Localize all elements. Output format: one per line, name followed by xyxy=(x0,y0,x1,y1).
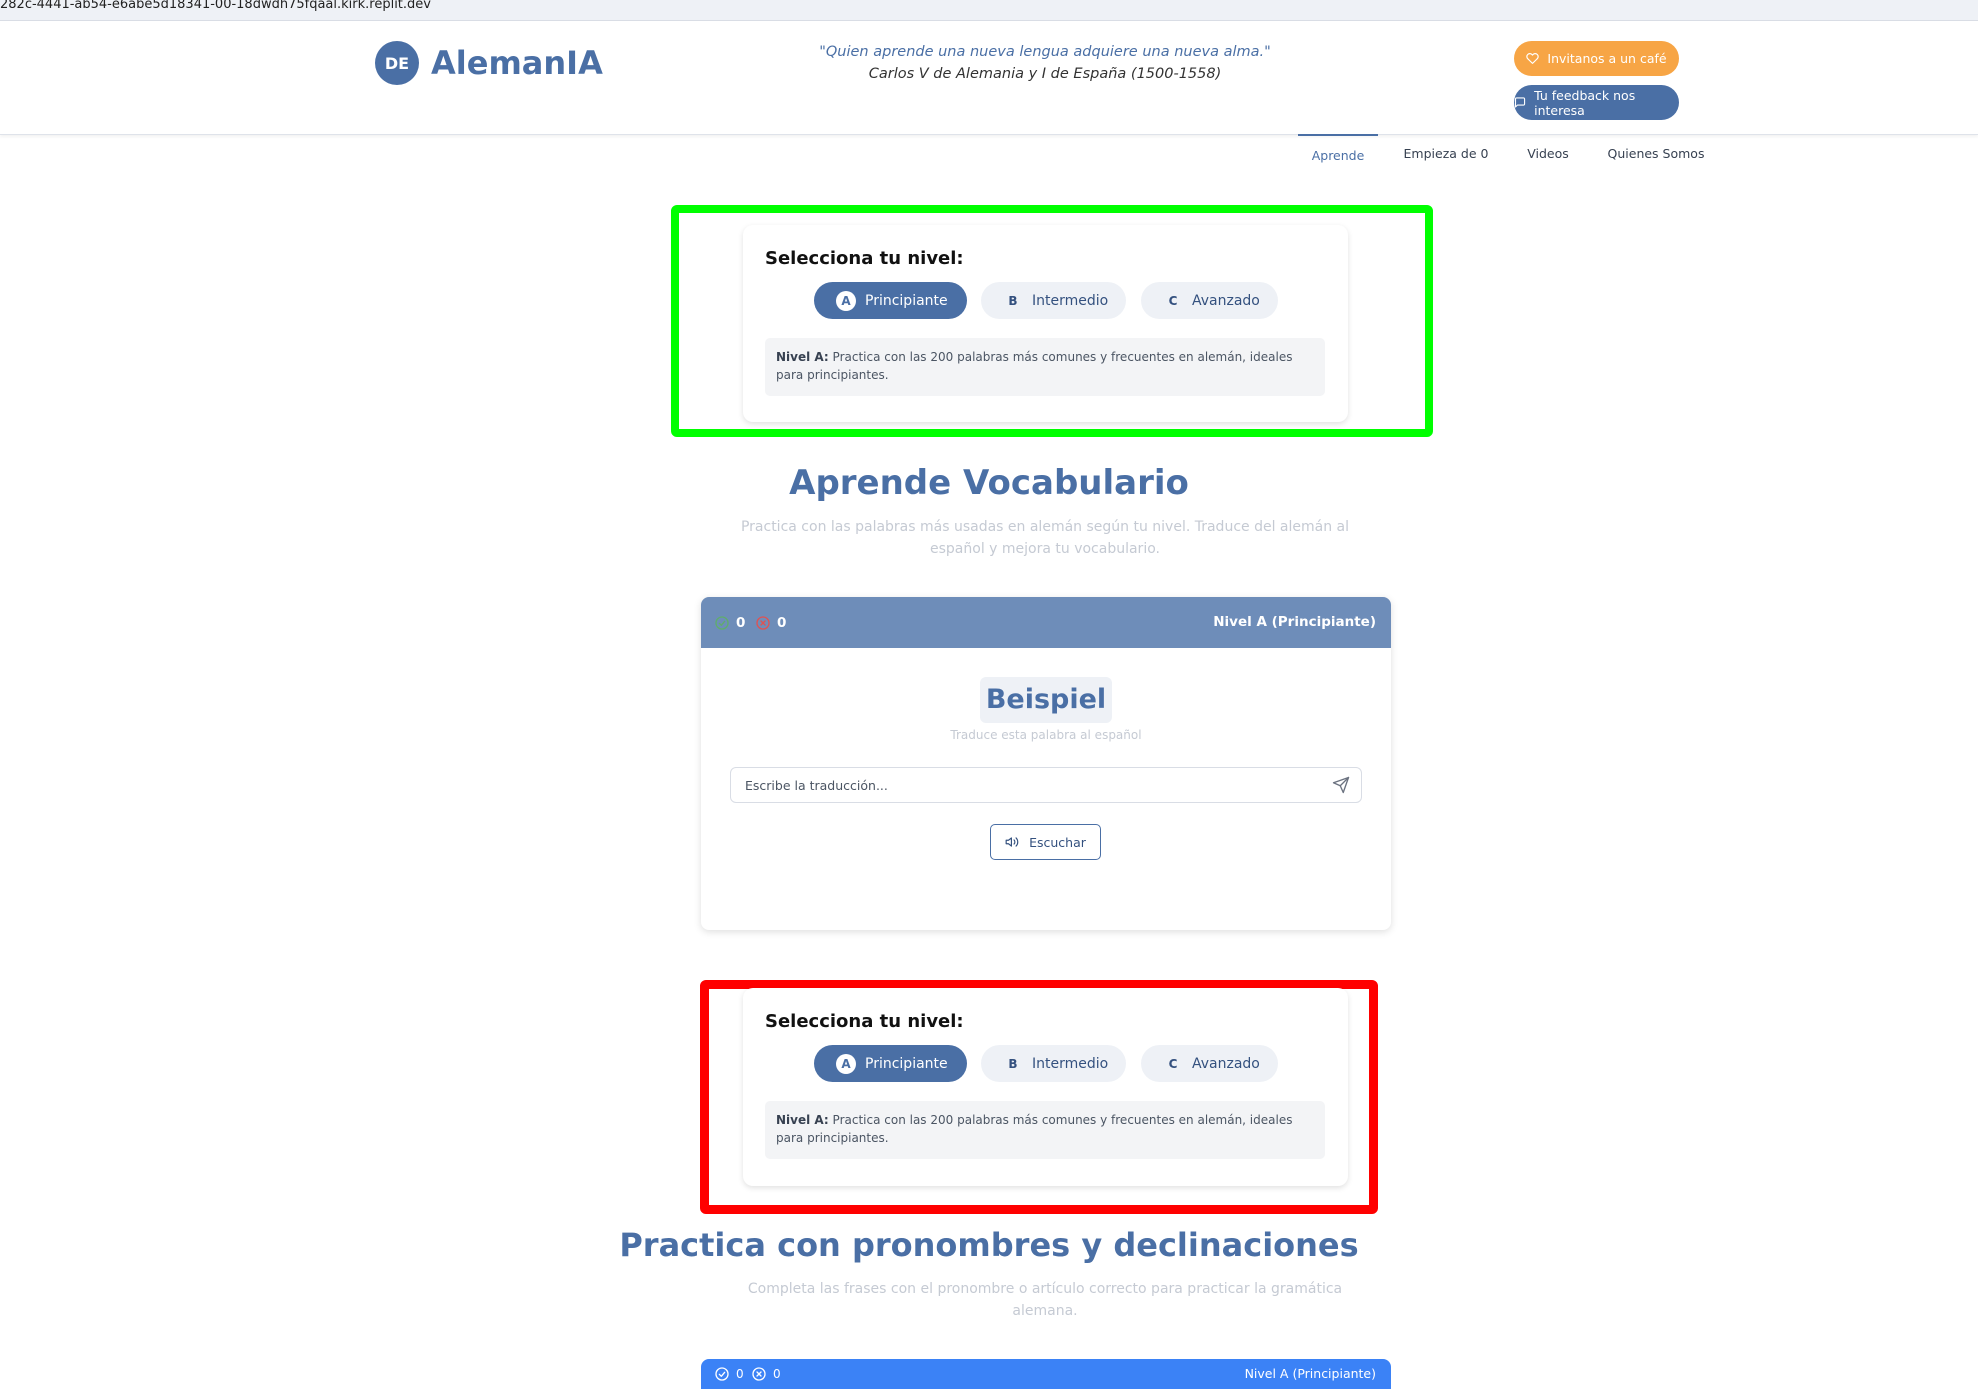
level-label-intermedio: Intermedio xyxy=(1032,292,1109,309)
level-selector-title: Selecciona tu nivel: xyxy=(765,1011,964,1032)
quiz-header: 0 0 Nivel A (Principiante) xyxy=(701,597,1391,648)
check-circle-icon xyxy=(715,615,729,630)
level-description-prefix: Nivel A: xyxy=(776,350,829,364)
url-text: 282c-4441-ab54-e6abe5d18341-00-18dwdh75f… xyxy=(0,0,431,12)
feedback-label: Tu feedback nos interesa xyxy=(1534,87,1636,118)
x-circle-icon xyxy=(756,615,770,630)
level-description: Nivel A: Practica con las 200 palabras m… xyxy=(765,338,1325,396)
quote-text: "Quien aprende una nueva lengua adquiere… xyxy=(819,44,1271,60)
level-option-principiante[interactable]: A Principiante xyxy=(814,1045,967,1082)
correct-count: 0 xyxy=(736,1367,744,1381)
main-nav: Aprende Empieza de 0 Videos Quienes Somo… xyxy=(0,134,1978,174)
score-wrong: 0 xyxy=(755,597,786,648)
pronouns-subtitle: Completa las frases con el pronombre o a… xyxy=(747,1281,1343,1319)
level-label-principiante: Principiante xyxy=(865,292,948,309)
level-letter-a: A xyxy=(836,290,856,311)
level-label-avanzado: Avanzado xyxy=(1192,1055,1260,1072)
browser-url-bar[interactable]: 282c-4441-ab54-e6abe5d18341-00-18dwdh75f… xyxy=(0,0,1978,21)
quote-author: Carlos V de Alemania y I de España (1500… xyxy=(868,66,1222,82)
level-option-intermedio[interactable]: B Intermedio xyxy=(981,1045,1126,1082)
level-selector-card: Selecciona tu nivel: A Principiante B In… xyxy=(743,225,1348,422)
invite-coffee-button[interactable]: Invitanos a un café xyxy=(1514,41,1679,76)
level-description: Nivel A: Practica con las 200 palabras m… xyxy=(765,1101,1325,1159)
level-letter-c: C xyxy=(1168,1056,1178,1071)
level-description-text: Practica con las 200 palabras más comune… xyxy=(776,350,1293,382)
nav-item-empieza-de-0[interactable]: Empieza de 0 xyxy=(1398,134,1494,174)
vocabulary-title: Aprende Vocabulario xyxy=(789,463,1189,503)
level-label-intermedio: Intermedio xyxy=(1032,1055,1109,1072)
quiz-level-label: Nivel A (Principiante) xyxy=(1244,1366,1376,1381)
correct-count: 0 xyxy=(736,614,746,631)
level-letter-c: C xyxy=(1168,293,1178,308)
level-option-avanzado[interactable]: C Avanzado xyxy=(1141,282,1278,319)
level-option-principiante[interactable]: A Principiante xyxy=(814,282,967,319)
message-icon xyxy=(1514,97,1526,108)
level-selector-title: Selecciona tu nivel: xyxy=(765,248,964,269)
quiz-level-label: Nivel A (Principiante) xyxy=(1213,614,1376,630)
logo-badge: DE xyxy=(375,41,419,85)
send-icon[interactable] xyxy=(1332,776,1350,794)
score-wrong: 0 xyxy=(751,1359,781,1389)
level-option-intermedio[interactable]: B Intermedio xyxy=(981,282,1126,319)
german-word: Beispiel xyxy=(980,677,1112,723)
heart-icon xyxy=(1526,53,1540,64)
translation-input[interactable] xyxy=(730,767,1362,803)
pronouns-title: Practica con pronombres y declinaciones xyxy=(619,1226,1359,1264)
invite-coffee-label: Invitanos a un café xyxy=(1547,51,1667,66)
speaker-icon xyxy=(1005,837,1019,847)
logo-text: AlemanIA xyxy=(431,44,603,82)
score-correct: 0 xyxy=(714,597,745,648)
level-option-avanzado[interactable]: C Avanzado xyxy=(1141,1045,1278,1082)
vocabulary-subtitle: Practica con las palabras más usadas en … xyxy=(740,519,1350,557)
level-description-text: Practica con las 200 palabras más comune… xyxy=(776,1113,1293,1145)
header-quote: "Quien aprende una nueva lengua adquiere… xyxy=(740,41,1350,85)
listen-button[interactable]: Escuchar xyxy=(990,824,1101,860)
feedback-button[interactable]: Tu feedback nos interesa xyxy=(1514,85,1679,120)
wrong-count: 0 xyxy=(777,614,787,631)
listen-label: Escuchar xyxy=(1029,834,1086,850)
nav-item-videos[interactable]: Videos xyxy=(1514,134,1582,174)
nav-item-quienes-somos[interactable]: Quienes Somos xyxy=(1602,134,1710,174)
level-selector-card: Selecciona tu nivel: A Principiante B In… xyxy=(743,988,1348,1186)
score-correct: 0 xyxy=(714,1359,744,1389)
logo[interactable]: DE AlemanIA xyxy=(375,41,603,85)
level-label-avanzado: Avanzado xyxy=(1192,292,1260,309)
level-label-principiante: Principiante xyxy=(865,1055,948,1072)
word-hint: Traduce esta palabra al español xyxy=(950,728,1142,742)
level-letter-b: B xyxy=(1008,1056,1018,1071)
pronouns-quiz-header: 0 0 Nivel A (Principiante) xyxy=(701,1359,1391,1389)
wrong-count: 0 xyxy=(773,1367,781,1381)
site-header: DE AlemanIA "Quien aprende una nueva len… xyxy=(0,28,1978,135)
vocabulary-quiz-card: 0 0 Nivel A (Principiante) Beispiel Trad… xyxy=(701,597,1391,930)
level-description-prefix: Nivel A: xyxy=(776,1113,829,1127)
level-letter-b: B xyxy=(1008,293,1018,308)
nav-item-aprende[interactable]: Aprende xyxy=(1298,134,1378,176)
level-letter-a: A xyxy=(836,1053,856,1074)
